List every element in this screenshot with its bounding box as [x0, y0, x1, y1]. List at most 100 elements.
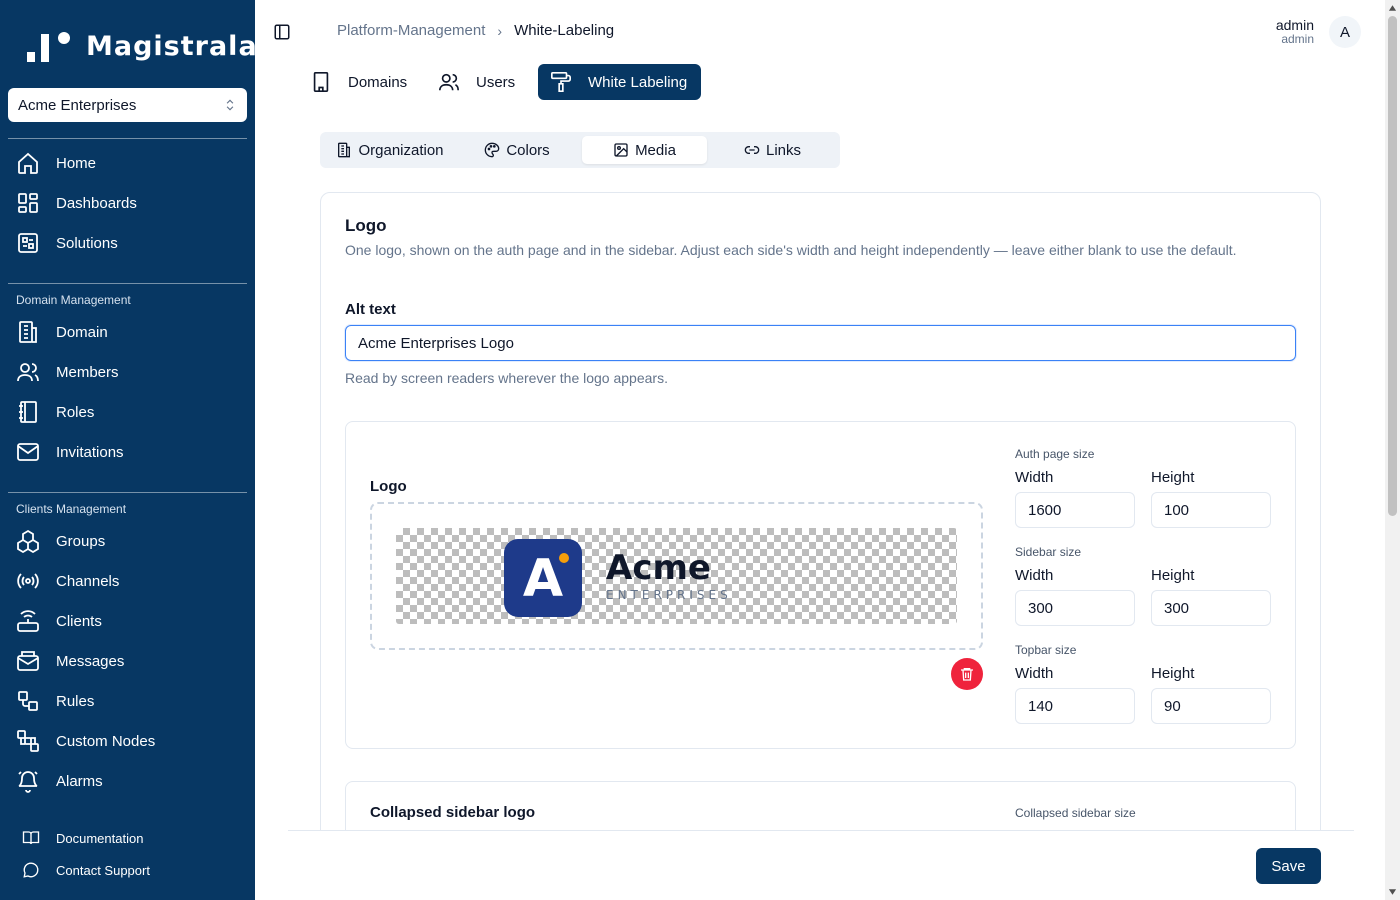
dashboard-icon [18, 193, 38, 213]
sidebar-item-label: Channels [56, 572, 120, 590]
mail-icon [17, 443, 39, 461]
sidebar-item-label: Roles [56, 403, 95, 421]
building-icon [19, 321, 37, 343]
breadcrumb-parent-link[interactable]: Platform-Management [337, 22, 485, 39]
brand-logo[interactable]: Magistrala [26, 28, 258, 64]
topbar-width-label: Width [1015, 665, 1054, 682]
tab-white-labeling[interactable]: White Labeling [538, 64, 701, 100]
breadcrumb-current: White-Labeling [514, 22, 615, 39]
collapsed-size-label: Collapsed sidebar size [1015, 806, 1136, 820]
logo-upload-label: Logo [370, 478, 407, 495]
sidebar-item-roles[interactable]: Roles [16, 398, 94, 426]
user-info[interactable]: admin admin [1266, 17, 1314, 45]
mail-open-icon [17, 651, 39, 671]
sidebar-item-invitations[interactable]: Invitations [16, 438, 124, 466]
sidebar-divider [8, 283, 247, 284]
topbar-width-input[interactable]: 140 [1015, 688, 1135, 724]
topbar-height-label: Height [1151, 665, 1195, 682]
workflow-icon [18, 691, 38, 711]
alt-text-help: Read by screen readers wherever the logo… [345, 370, 668, 386]
sidebar-item-rules[interactable]: Rules [16, 687, 94, 715]
sidebar-item-channels[interactable]: Channels [16, 567, 119, 595]
sidebar-item-alarms[interactable]: Alarms [16, 767, 103, 795]
sidebar-height-input[interactable]: 300 [1151, 590, 1271, 626]
solutions-icon [18, 233, 38, 253]
auth-width-label: Width [1015, 469, 1054, 486]
sidebar-size-label: Sidebar size [1015, 545, 1082, 559]
tab-domains[interactable]: Domains [298, 64, 419, 100]
building-icon [313, 72, 329, 92]
section-label-domain: Domain Management [16, 293, 131, 307]
topbar-size-label: Topbar size [1015, 643, 1077, 657]
sidebar-item-label: Custom Nodes [56, 732, 156, 750]
message-icon [23, 862, 39, 878]
sidebar-item-custom-nodes[interactable]: Custom Nodes [16, 727, 155, 755]
users-icon [439, 73, 459, 91]
magistrala-logo-icon [26, 28, 72, 64]
router-icon [17, 610, 39, 632]
image-icon [614, 143, 628, 157]
subtab-label: Media [635, 141, 676, 159]
subtab-organization[interactable]: Organization [328, 136, 452, 164]
sidebar-item-members[interactable]: Members [16, 358, 119, 386]
delete-logo-button[interactable] [951, 658, 983, 690]
sidebar-item-home[interactable]: Home [16, 149, 96, 177]
acme-logo-letter: A [522, 549, 564, 609]
sidebar-item-label: Invitations [56, 443, 124, 461]
scrollbar-thumb[interactable] [1388, 16, 1397, 516]
sidebar-item-clients[interactable]: Clients [16, 607, 102, 635]
book-open-icon [22, 831, 40, 845]
collapsed-logo-label: Collapsed sidebar logo [370, 804, 536, 821]
brand-name: Magistrala [86, 30, 258, 62]
acme-logo-dot [559, 553, 569, 563]
sidebar-item-label: Home [56, 154, 97, 172]
alt-text-label: Alt text [345, 301, 396, 318]
scroll-up-icon[interactable] [1388, 4, 1397, 12]
auth-width-input[interactable]: 1600 [1015, 492, 1135, 528]
toggle-sidebar-button[interactable] [273, 23, 291, 41]
sidebar-item-domain[interactable]: Domain [16, 318, 108, 346]
sidebar-item-contact-support[interactable]: Contact Support [22, 861, 150, 879]
nodes-icon [17, 730, 39, 752]
acme-logo-subtitle: ENTERPRISES [606, 588, 732, 602]
organization-select[interactable]: Acme Enterprises [8, 88, 247, 122]
subtab-colors[interactable]: Colors [452, 136, 582, 164]
sidebar-item-label: Documentation [56, 830, 144, 846]
sidebar-item-solutions[interactable]: Solutions [16, 229, 118, 257]
tab-users[interactable]: Users [426, 64, 527, 100]
sidebar-item-documentation[interactable]: Documentation [22, 829, 143, 847]
sidebar: Magistrala Acme Enterprises Home Dashboa… [0, 0, 258, 900]
sidebar-divider [8, 492, 247, 493]
tab-label: Domains [348, 73, 408, 91]
scroll-down-icon[interactable] [1388, 888, 1397, 896]
sidebar-width-input[interactable]: 300 [1015, 590, 1135, 626]
subtab-links[interactable]: Links [710, 136, 835, 164]
subtab-media[interactable]: Media [582, 136, 707, 164]
action-bar [288, 830, 1354, 900]
auth-height-input[interactable]: 100 [1151, 492, 1271, 528]
radio-icon [17, 573, 39, 589]
sidebar-item-dashboards[interactable]: Dashboards [16, 189, 137, 217]
breadcrumb: Platform-Management › White-Labeling [337, 22, 614, 39]
sidebar-item-groups[interactable]: Groups [16, 527, 105, 555]
user-role: admin [1281, 32, 1314, 46]
save-button[interactable]: Save [1256, 848, 1321, 884]
sidebar-item-label: Rules [56, 692, 95, 710]
building-icon [338, 142, 351, 158]
sidebar-item-label: Clients [56, 612, 102, 630]
topbar-height-input[interactable]: 90 [1151, 688, 1271, 724]
home-icon [18, 152, 38, 174]
sidebar-item-messages[interactable]: Messages [16, 647, 124, 675]
boxes-icon [17, 529, 39, 553]
chevrons-up-down-icon [226, 99, 234, 111]
auth-height-label: Height [1151, 469, 1195, 486]
avatar[interactable]: A [1329, 16, 1361, 48]
paint-roller-icon [551, 72, 571, 92]
sidebar-divider [8, 138, 247, 139]
bell-icon [18, 771, 38, 793]
panel-left-icon [274, 24, 290, 40]
trash-icon [961, 668, 973, 681]
sidebar-item-label: Solutions [56, 234, 118, 252]
alt-text-input[interactable]: Acme Enterprises Logo [345, 325, 1296, 361]
media-subtabs: Organization Colors Media Links [320, 132, 840, 168]
